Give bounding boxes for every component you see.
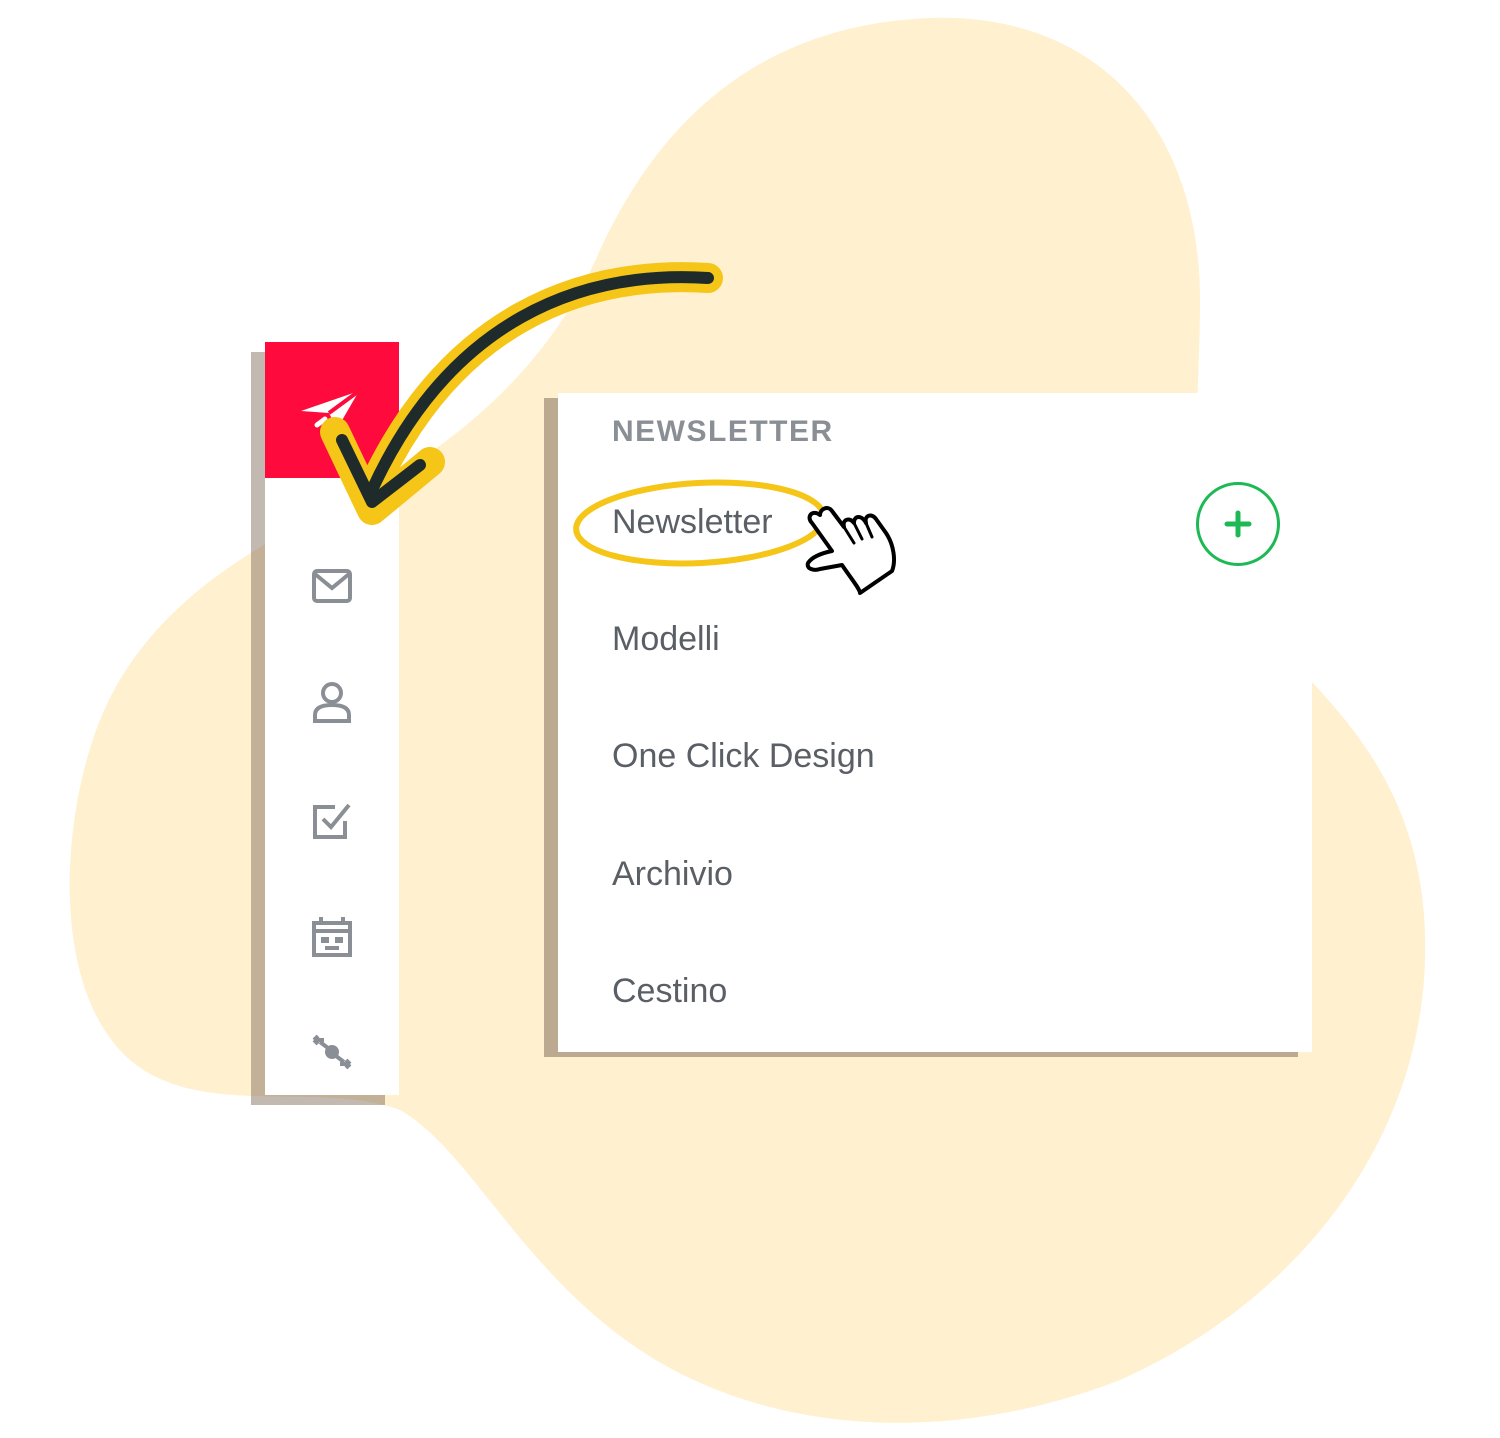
menu-item-modelli[interactable]: Modelli	[612, 620, 720, 659]
sidebar-item-tasks[interactable]	[310, 798, 354, 842]
menu-item-newsletter[interactable]: Newsletter	[612, 503, 773, 542]
envelope-icon	[312, 569, 352, 603]
menu-item-cestino[interactable]: Cestino	[612, 972, 727, 1011]
sidebar	[265, 342, 399, 1095]
paper-plane-icon	[301, 389, 361, 429]
checkbox-icon	[313, 803, 351, 839]
sidebar-item-automation[interactable]	[310, 914, 354, 958]
menu-item-archivio[interactable]: Archivio	[612, 855, 733, 894]
newsletter-menu-panel: NEWSLETTER Newsletter Modelli One Click …	[558, 393, 1312, 1052]
user-icon	[313, 682, 351, 723]
panel-title: NEWSLETTER	[612, 415, 834, 448]
transfer-icon	[312, 1034, 352, 1070]
sidebar-item-integrations[interactable]	[310, 1030, 354, 1074]
plus-circle-icon	[1224, 510, 1252, 538]
sidebar-item-email[interactable]	[310, 564, 354, 608]
illustration-stage: NEWSLETTER Newsletter Modelli One Click …	[0, 0, 1500, 1438]
menu-item-one-click-design[interactable]: One Click Design	[612, 737, 875, 776]
sidebar-logo[interactable]	[265, 342, 399, 478]
add-newsletter-button[interactable]	[1196, 482, 1280, 566]
calendar-robot-icon	[312, 917, 352, 957]
sidebar-item-contacts[interactable]	[310, 680, 354, 724]
